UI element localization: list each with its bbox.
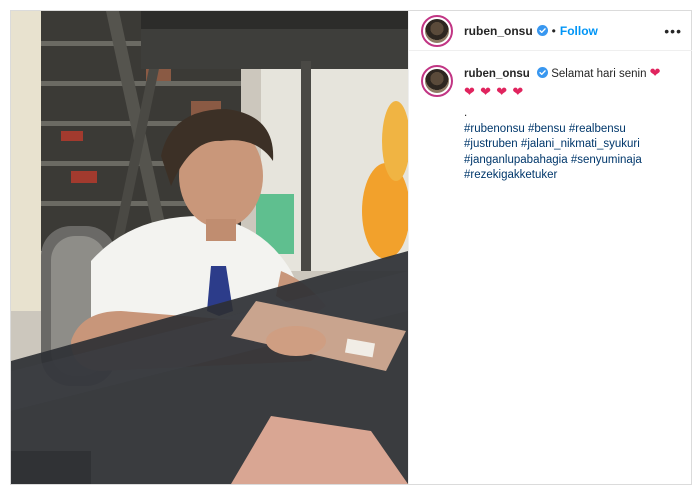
heart-emoji-icon: ❤: [496, 83, 509, 99]
caption-period: .: [464, 107, 468, 119]
hashtag-link[interactable]: #jalani_nikmati_syukuri: [521, 138, 640, 150]
hashtag-link[interactable]: #justruben: [464, 138, 518, 150]
instagram-post: ruben_onsu • Follow ••• ruben_onsu Selam…: [10, 10, 692, 485]
author-username[interactable]: ruben_onsu: [464, 24, 533, 38]
hashtag-link[interactable]: #senyuminaja: [571, 154, 642, 166]
heart-emoji-icon: ❤: [480, 83, 493, 99]
hashtag-link[interactable]: #rezekigakketuker: [464, 169, 557, 181]
caption-body: ruben_onsu Selamat hari senin ❤ ❤ ❤ ❤ ❤ …: [464, 65, 680, 184]
author-avatar[interactable]: [421, 14, 453, 47]
post-side-panel: ruben_onsu • Follow ••• ruben_onsu Selam…: [408, 11, 692, 484]
heart-emoji-icon: ❤: [464, 83, 476, 99]
caption-username[interactable]: ruben_onsu: [464, 68, 530, 80]
more-options-icon[interactable]: •••: [664, 23, 682, 39]
post-photo[interactable]: [11, 11, 408, 484]
heart-emoji-icon: ❤: [512, 83, 525, 99]
caption-avatar[interactable]: [421, 65, 453, 97]
verified-badge-icon: [537, 67, 549, 78]
separator-dot: •: [551, 23, 556, 38]
hearts-row: ❤ ❤ ❤ ❤: [464, 84, 680, 102]
post-header: ruben_onsu • Follow •••: [409, 11, 692, 51]
hashtag-list: #rubenonsu #bensu #realbensu #justruben …: [464, 122, 680, 184]
hashtag-link[interactable]: #janganlupabahagia: [464, 154, 568, 166]
caption-text: Selamat hari senin: [551, 68, 647, 80]
hashtag-link[interactable]: #realbensu: [569, 123, 626, 135]
verified-badge-icon: [536, 25, 548, 36]
caption: ruben_onsu Selamat hari senin ❤ ❤ ❤ ❤ ❤ …: [409, 51, 692, 184]
post-image: [11, 11, 408, 484]
heart-emoji-icon: ❤: [649, 65, 661, 80]
hashtag-link[interactable]: #bensu: [528, 123, 566, 135]
follow-button[interactable]: Follow: [560, 24, 598, 38]
hashtag-link[interactable]: #rubenonsu: [464, 123, 525, 135]
